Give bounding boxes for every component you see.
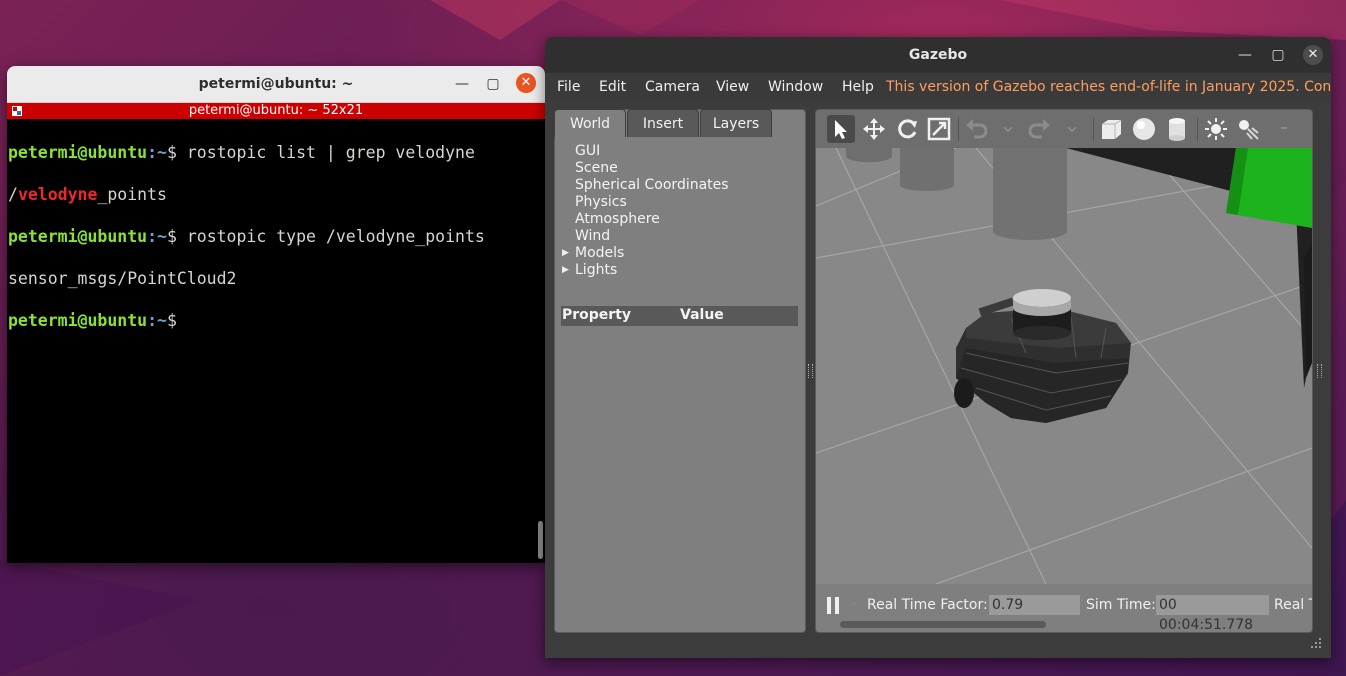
step-icon[interactable]: .	[853, 597, 856, 607]
value-column-header: Value	[680, 307, 724, 323]
terminal-line: petermi@ubuntu:~$	[8, 311, 187, 330]
terminal-tab[interactable]: petermi@ubuntu: ~ 52x21	[7, 103, 545, 119]
rotate-icon[interactable]	[893, 115, 921, 143]
cylinder-shape-icon[interactable]	[1163, 115, 1191, 143]
menu-help[interactable]: Help	[842, 79, 874, 95]
maximize-icon[interactable]: ▢	[1268, 45, 1288, 65]
gazebo-titlebar[interactable]: Gazebo — ▢ ✕	[545, 37, 1331, 73]
tab-world[interactable]: World	[554, 109, 626, 137]
sim-time-label: Sim Time:	[1086, 597, 1156, 613]
terminal-line: /velodyne_points	[8, 185, 167, 204]
menu-edit[interactable]: Edit	[599, 79, 626, 95]
menu-file[interactable]: File	[557, 79, 580, 95]
terminal-line: petermi@ubuntu:~$ rostopic list | grep v…	[8, 143, 475, 162]
expand-arrow-icon[interactable]: ▶	[562, 248, 569, 258]
menu-camera[interactable]: Camera	[645, 79, 700, 95]
terminal-line: petermi@ubuntu:~$ rostopic type /velodyn…	[8, 227, 485, 246]
sim-time-value: 00 00:04:51.778	[1156, 595, 1269, 632]
panel-grip[interactable]	[1317, 364, 1322, 378]
scale-icon[interactable]	[925, 115, 953, 143]
horizontal-scrollbar[interactable]	[840, 621, 1046, 628]
tree-item-atmosphere[interactable]: Atmosphere	[575, 211, 729, 228]
toolbar-separator	[1093, 117, 1094, 141]
real-time-label: Real T	[1274, 597, 1313, 613]
maximize-icon[interactable]: ▢	[483, 74, 503, 94]
chevron-down-icon[interactable]	[1065, 115, 1079, 143]
sphere-shape-icon[interactable]	[1130, 115, 1158, 143]
terminal-line: sensor_msgs/PointCloud2	[8, 269, 237, 288]
tree-item-scene[interactable]: Scene	[575, 160, 729, 177]
chevron-down-icon[interactable]	[1277, 115, 1291, 143]
point-light-icon[interactable]	[1202, 115, 1230, 143]
menu-window[interactable]: Window	[768, 79, 823, 95]
menu-view[interactable]: View	[716, 79, 749, 95]
undo-icon[interactable]	[962, 115, 990, 143]
terminal-scrollbar[interactable]	[538, 521, 543, 559]
minimize-icon[interactable]: —	[1235, 45, 1255, 65]
terminal-tab-title: petermi@ubuntu: ~ 52x21	[188, 103, 364, 118]
toolbar-separator	[1197, 117, 1198, 141]
gazebo-title: Gazebo	[908, 47, 968, 63]
rtf-label: Real Time Factor:	[867, 597, 988, 613]
tree-item-models[interactable]: Models	[575, 245, 729, 262]
select-arrow-icon[interactable]	[827, 115, 855, 143]
box-shape-icon[interactable]	[1097, 115, 1125, 143]
resize-grip-icon[interactable]	[1309, 636, 1323, 650]
tree-item-gui[interactable]: GUI	[575, 143, 729, 160]
tree-item-lights[interactable]: Lights	[575, 262, 729, 279]
gazebo-window[interactable]: Gazebo — ▢ ✕ File Edit Camera View Windo…	[545, 37, 1331, 658]
pause-icon[interactable]	[827, 597, 840, 614]
spot-light-icon[interactable]	[1234, 115, 1262, 143]
eol-message: This version of Gazebo reaches end-of-li…	[886, 79, 1331, 95]
terminal-window[interactable]: petermi@ubuntu: ~ — ▢ ✕ petermi@ubuntu: …	[7, 66, 545, 563]
terminal-output[interactable]: petermi@ubuntu:~$ rostopic list | grep v…	[7, 119, 545, 375]
minimize-icon[interactable]: —	[452, 74, 472, 94]
rtf-value: 0.79	[989, 595, 1080, 615]
status-bar: . Real Time Factor: 0.79 Sim Time: 00 00…	[816, 584, 1312, 632]
panel-grip[interactable]	[808, 364, 813, 378]
redo-icon[interactable]	[1026, 115, 1054, 143]
expand-arrow-icon[interactable]: ▶	[562, 265, 569, 275]
tab-layers[interactable]: Layers	[700, 109, 772, 137]
chevron-down-icon[interactable]	[1001, 115, 1015, 143]
terminal-titlebar[interactable]: petermi@ubuntu: ~ — ▢ ✕	[7, 66, 545, 103]
3d-scene[interactable]	[816, 148, 1312, 584]
property-column-header: Property	[562, 307, 632, 323]
tab-insert[interactable]: Insert	[627, 109, 699, 137]
world-tree: GUI Scene Spherical Coordinates Physics …	[575, 143, 729, 279]
property-table-header: Property Value	[561, 306, 798, 326]
tree-item-spherical-coordinates[interactable]: Spherical Coordinates	[575, 177, 729, 194]
scene-viewport[interactable]: . Real Time Factor: 0.79 Sim Time: 00 00…	[815, 109, 1313, 633]
translate-icon[interactable]	[860, 115, 888, 143]
close-icon[interactable]: ✕	[516, 73, 536, 93]
scene-toolbar	[816, 110, 1312, 148]
tree-item-physics[interactable]: Physics	[575, 194, 729, 211]
menu-bar: File Edit Camera View Window Help This v…	[545, 73, 1331, 101]
tree-item-wind[interactable]: Wind	[575, 228, 729, 245]
toolbar-separator	[958, 117, 959, 141]
close-icon[interactable]: ✕	[1303, 45, 1323, 65]
